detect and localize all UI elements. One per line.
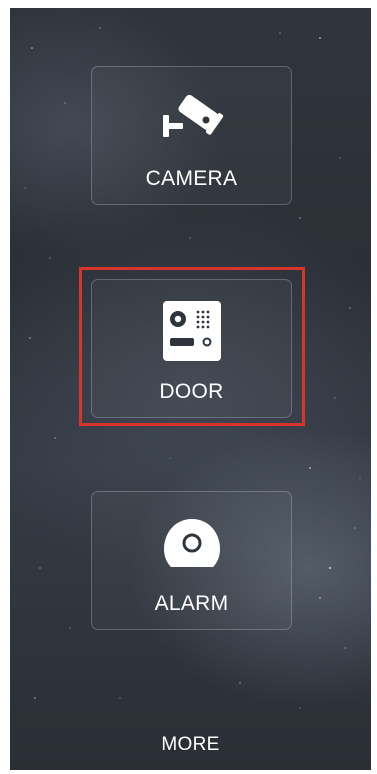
- alarm-label: ALARM: [154, 592, 229, 615]
- selection-highlight: [79, 267, 305, 426]
- cctv-camera-icon: [92, 87, 291, 149]
- app-screen: CAMERA DOOR ALARM MORE: [10, 8, 371, 770]
- camera-tile[interactable]: CAMERA: [91, 66, 292, 205]
- alarm-sensor-icon: [92, 512, 291, 574]
- alarm-tile[interactable]: ALARM: [91, 491, 292, 630]
- camera-label: CAMERA: [145, 167, 238, 190]
- more-link[interactable]: MORE: [10, 734, 371, 756]
